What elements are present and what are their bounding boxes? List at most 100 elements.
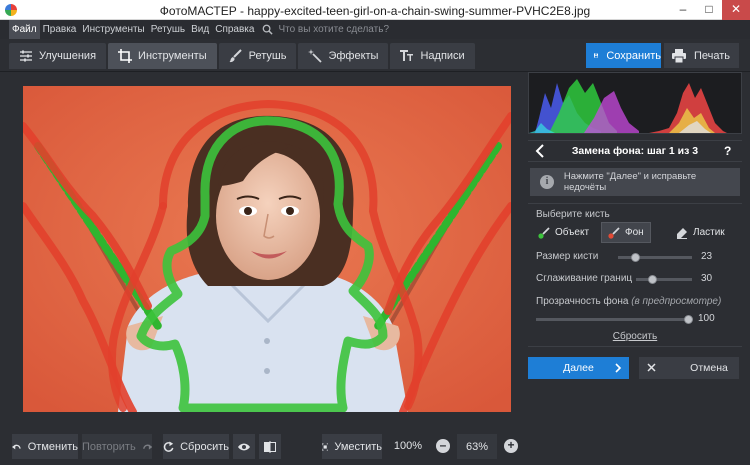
zoom-out-button[interactable]: – bbox=[436, 439, 450, 453]
eraser-button[interactable]: Ластик bbox=[670, 222, 731, 243]
brush-size-thumb[interactable] bbox=[630, 253, 640, 262]
smoothing-value: 30 bbox=[701, 273, 713, 284]
bottom-toolbar: Отменить Повторить Сбросить Уместить 100… bbox=[0, 430, 522, 465]
smoothing-label: Сглаживание границ bbox=[536, 273, 633, 284]
next-button[interactable]: Далее bbox=[528, 357, 629, 379]
menu-bar: Файл Правка Инструменты Ретушь Вид Справ… bbox=[0, 20, 750, 39]
histogram bbox=[528, 72, 742, 134]
zoom-value-label: 63% bbox=[465, 440, 489, 453]
close-button[interactable]: ✕ bbox=[722, 0, 750, 20]
reset-view-button[interactable]: Сбросить bbox=[163, 434, 229, 459]
canvas-area[interactable] bbox=[0, 72, 522, 430]
chevron-right-icon bbox=[615, 363, 622, 373]
search-placeholder: Что вы хотите сделать? bbox=[278, 24, 389, 35]
fit-screen-icon bbox=[322, 442, 329, 451]
menu-help[interactable]: Справка bbox=[212, 20, 257, 39]
brush-icon bbox=[229, 49, 242, 63]
brush-object-icon bbox=[538, 226, 550, 239]
info-box: i Нажмите "Далее" и исправьте недочёты bbox=[530, 168, 740, 196]
preview-eye-button[interactable] bbox=[233, 434, 255, 459]
right-panel: Замена фона: шаг 1 из 3 ? i Нажмите "Дал… bbox=[528, 72, 742, 465]
fit-label: Уместить bbox=[334, 440, 382, 453]
tab-enhance-label: Улучшения bbox=[39, 50, 97, 62]
zoom-100-button[interactable]: 100% bbox=[390, 434, 426, 459]
brush-background-label: Фон bbox=[625, 227, 644, 238]
tab-tools-label: Инструменты bbox=[138, 50, 207, 62]
tab-effects[interactable]: Эффекты bbox=[298, 43, 389, 69]
histogram-graph bbox=[529, 73, 741, 133]
save-button[interactable]: Сохранить bbox=[586, 43, 661, 68]
eraser-label: Ластик bbox=[693, 227, 725, 238]
tab-retouch-label: Ретушь bbox=[248, 50, 287, 62]
menu-edit[interactable]: Правка bbox=[40, 20, 80, 39]
compare-button[interactable] bbox=[259, 434, 281, 459]
smoothing-slider[interactable] bbox=[636, 278, 692, 281]
info-text: Нажмите "Далее" и исправьте недочёты bbox=[563, 171, 697, 193]
redo-icon bbox=[142, 443, 152, 450]
save-label: Сохранить bbox=[606, 49, 661, 62]
cancel-button[interactable]: Отмена bbox=[639, 357, 739, 379]
brush-size-slider[interactable] bbox=[618, 256, 692, 259]
brush-object-button[interactable]: Объект bbox=[532, 222, 595, 243]
brush-object-label: Объект bbox=[555, 227, 590, 238]
tab-retouch[interactable]: Ретушь bbox=[218, 43, 297, 69]
brush-size-value: 23 bbox=[701, 251, 713, 262]
window-title: ФотоМАСТЕР - happy-excited-teen-girl-on-… bbox=[159, 4, 591, 18]
menu-view[interactable]: Вид bbox=[188, 20, 212, 39]
redo-button[interactable]: Повторить bbox=[82, 434, 152, 459]
transparency-value: 100 bbox=[698, 313, 715, 324]
eraser-icon bbox=[677, 227, 687, 239]
print-label: Печать bbox=[694, 49, 731, 62]
transparency-label: Прозрачность фона (в предпросмотре) bbox=[536, 296, 721, 307]
brush-background-icon bbox=[608, 226, 620, 239]
menu-retouch[interactable]: Ретушь bbox=[148, 20, 188, 39]
zoom-in-button[interactable]: + bbox=[504, 439, 518, 453]
compare-icon bbox=[264, 440, 276, 453]
brush-background-button[interactable]: Фон bbox=[601, 222, 651, 243]
floppy-disk-icon bbox=[594, 53, 599, 58]
maximize-button[interactable]: □ bbox=[696, 0, 722, 20]
text-icon bbox=[400, 50, 414, 61]
title-bar: ФотоМАСТЕР - happy-excited-teen-girl-on-… bbox=[0, 0, 750, 20]
reset-brush-link[interactable]: Сбросить bbox=[528, 331, 742, 342]
help-button[interactable]: ? bbox=[724, 144, 731, 158]
undo-button[interactable]: Отменить bbox=[12, 434, 78, 459]
menu-tools[interactable]: Инструменты bbox=[79, 20, 147, 39]
eye-icon bbox=[238, 443, 250, 450]
transparency-slider[interactable] bbox=[536, 318, 688, 321]
transparency-note: (в предпросмотре) bbox=[631, 296, 722, 307]
photo-canvas[interactable] bbox=[23, 86, 511, 412]
magic-wand-icon bbox=[308, 49, 323, 63]
reset-icon bbox=[163, 440, 174, 452]
print-button[interactable]: Печать bbox=[664, 43, 739, 68]
transparency-thumb[interactable] bbox=[683, 315, 693, 324]
next-label: Далее bbox=[563, 362, 594, 374]
zoom-value[interactable]: 63% bbox=[457, 434, 497, 459]
redo-label: Повторить bbox=[82, 440, 136, 453]
step-header: Замена фона: шаг 1 из 3 ? bbox=[528, 140, 742, 162]
tab-enhance[interactable]: Улучшения bbox=[9, 43, 107, 69]
tab-effects-label: Эффекты bbox=[328, 50, 379, 62]
menu-search[interactable]: Что вы хотите сделать? bbox=[262, 24, 389, 35]
brush-heading: Выберите кисть bbox=[536, 209, 610, 220]
search-icon bbox=[263, 24, 274, 35]
menu-file[interactable]: Файл bbox=[9, 20, 40, 39]
printer-icon bbox=[672, 48, 686, 63]
toolbar: Улучшения Инструменты Ретушь Эффекты Над… bbox=[0, 39, 750, 72]
minimize-button[interactable]: – bbox=[670, 0, 696, 20]
photo-image bbox=[23, 86, 511, 412]
sliders-icon bbox=[20, 50, 32, 62]
brush-panel: Выберите кисть Объект Фон Ластик Размер … bbox=[528, 203, 742, 347]
tab-captions[interactable]: Надписи bbox=[390, 43, 475, 69]
info-icon: i bbox=[540, 175, 554, 189]
brush-size-label: Размер кисти bbox=[536, 251, 599, 262]
tab-tools[interactable]: Инструменты bbox=[108, 43, 217, 69]
step-title: Замена фона: шаг 1 из 3 bbox=[571, 145, 699, 157]
crop-icon bbox=[118, 49, 133, 63]
reset-view-label: Сбросить bbox=[180, 440, 229, 453]
transparency-label-text: Прозрачность фона bbox=[536, 296, 629, 307]
fit-button[interactable]: Уместить bbox=[322, 434, 382, 459]
tab-captions-label: Надписи bbox=[420, 50, 465, 62]
smoothing-thumb[interactable] bbox=[648, 275, 658, 284]
undo-icon bbox=[12, 444, 21, 449]
